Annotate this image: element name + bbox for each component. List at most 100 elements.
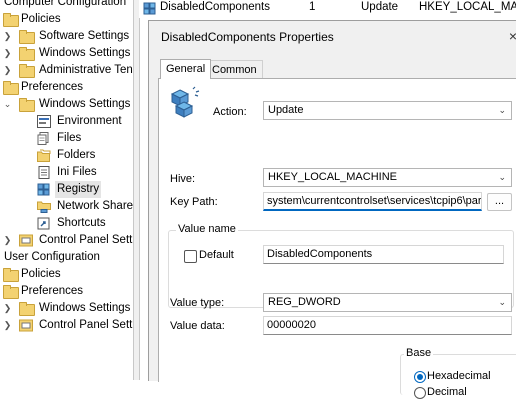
folders-icon	[37, 149, 51, 162]
folder-icon	[19, 302, 35, 316]
dialog-title: DisabledComponents Properties	[161, 30, 334, 44]
shortcut-icon	[37, 217, 50, 230]
control-panel-icon	[19, 234, 33, 247]
tree-item-label: Ini Files	[57, 166, 97, 178]
default-checkbox[interactable]	[184, 250, 197, 263]
tree-item-user-preferences[interactable]: Preferences	[0, 283, 133, 300]
chevron-down-icon[interactable]: ⌄	[3, 96, 12, 113]
browse-button[interactable]: ...	[487, 193, 512, 211]
folder-icon	[19, 98, 35, 112]
tree-item-label: Windows Settings	[39, 98, 131, 110]
chevron-down-icon: ⌄	[498, 105, 506, 115]
tree-item-control-panel-settings[interactable]: ❯ Control Panel Setti	[0, 232, 133, 249]
tab-general[interactable]: General	[160, 59, 212, 79]
list-cell-action: Update	[361, 1, 399, 13]
tree-item-preferences[interactable]: Preferences	[0, 79, 133, 96]
value-data-field[interactable]: 00000020	[263, 316, 512, 335]
tree-item-label: Registry	[55, 181, 102, 198]
value-type-value: REG_DWORD	[268, 296, 341, 308]
tree-item-folders[interactable]: Folders	[0, 147, 133, 164]
tree-item-label: Windows Settings	[39, 47, 131, 59]
tree-item-files[interactable]: Files	[0, 130, 133, 147]
tree-item-preferences-windows-settings[interactable]: ⌄ Windows Settings	[0, 96, 133, 113]
tree-item-registry[interactable]: Registry	[0, 181, 133, 198]
value-type-select[interactable]: REG_DWORD ⌄	[263, 293, 512, 312]
value-type-label: Value type:	[170, 297, 225, 309]
tree-item-label: Environment	[57, 115, 122, 127]
action-select[interactable]: Update ⌄	[263, 101, 512, 120]
decimal-radio[interactable]	[414, 387, 426, 399]
value-data-label: Value data:	[170, 320, 225, 332]
ini-file-icon	[38, 166, 50, 179]
tree-item-label: User Configuration	[4, 251, 100, 263]
tree-item-label: Control Panel Setti	[39, 319, 133, 331]
hexadecimal-label: Hexadecimal	[427, 370, 491, 382]
decimal-label: Decimal	[427, 386, 467, 398]
hexadecimal-radio[interactable]	[414, 371, 426, 383]
registry-icon	[143, 2, 156, 15]
tree-item-windows-settings[interactable]: ❯ Windows Settings	[0, 45, 133, 62]
tree-item-label: Software Settings	[39, 30, 130, 42]
close-icon[interactable]: ×	[509, 28, 516, 44]
tree-item-label: Computer Configuration	[4, 0, 127, 8]
folder-icon	[19, 47, 35, 61]
tree-item-label: Windows Settings	[39, 302, 131, 314]
folder-icon	[19, 64, 35, 78]
tab-common[interactable]: Common	[206, 60, 263, 79]
tree-item-software-settings[interactable]: ❯ Software Settings	[0, 28, 133, 45]
tree-item-user-policies[interactable]: Policies	[0, 266, 133, 283]
chevron-down-icon: ⌄	[498, 297, 506, 307]
tree-item-ini-files[interactable]: Ini Files	[0, 164, 133, 181]
registry-list-row[interactable]: DisabledComponents 1 Update HKEY_LOCAL_M…	[139, 0, 516, 18]
tree-item-shortcuts[interactable]: Shortcuts	[0, 215, 133, 232]
files-icon	[37, 132, 49, 145]
tree-item-label: Folders	[57, 149, 96, 161]
folder-icon	[3, 81, 19, 95]
tree-item-label: Files	[57, 132, 82, 144]
default-label: Default	[199, 249, 234, 261]
tree-item-label: Network Shares	[57, 200, 133, 212]
tree-item-environment[interactable]: Environment	[0, 113, 133, 130]
tree-item-label: Control Panel Setti	[39, 234, 133, 246]
registry-action-icon	[170, 86, 200, 118]
console-tree: Computer Configuration Policies ❯ Softwa…	[0, 0, 133, 380]
pane-splitter[interactable]	[133, 0, 140, 380]
list-cell-hive: HKEY_LOCAL_MAC	[419, 1, 516, 13]
key-path-field[interactable]: system\currentcontrolset\services\tcpip6…	[263, 192, 482, 211]
tree-item-user-control-panel-settings[interactable]: ❯ Control Panel Setti	[0, 317, 133, 334]
tree-item-label: Administrative Ten	[39, 64, 133, 76]
tree-item-user-windows-settings[interactable]: ❯ Windows Settings	[0, 300, 133, 317]
chevron-right-icon[interactable]: ❯	[3, 317, 12, 334]
list-cell-name: DisabledComponents	[160, 1, 270, 13]
value-name-field[interactable]: DisabledComponents	[263, 245, 504, 264]
tree-item-label: Shortcuts	[57, 217, 106, 229]
tree-item-label: Policies	[21, 13, 61, 25]
registry-icon	[37, 183, 50, 196]
environment-icon	[37, 115, 51, 128]
tree-item-label: Preferences	[21, 285, 84, 297]
folder-icon	[19, 30, 35, 44]
tree-item-administrative-templates[interactable]: ❯ Administrative Ten	[0, 62, 133, 79]
control-panel-icon	[19, 319, 33, 332]
hive-select[interactable]: HKEY_LOCAL_MACHINE ⌄	[263, 168, 512, 187]
chevron-right-icon[interactable]: ❯	[3, 300, 12, 317]
chevron-right-icon[interactable]: ❯	[3, 28, 12, 45]
action-value: Update	[268, 104, 304, 116]
chevron-right-icon[interactable]: ❯	[3, 62, 12, 79]
value-name-group-title: Value name	[176, 223, 238, 235]
general-tab-panel: Action: Update ⌄ Hive: HKEY_LOCAL_MACHIN…	[158, 78, 516, 399]
chevron-down-icon: ⌄	[498, 172, 506, 182]
tree-item-label: Policies	[21, 268, 61, 280]
tree-item-label: Preferences	[21, 81, 84, 93]
hive-label: Hive:	[170, 173, 196, 185]
tree-item-policies[interactable]: Policies	[0, 11, 133, 28]
network-share-icon	[37, 201, 51, 213]
chevron-right-icon[interactable]: ❯	[3, 232, 12, 249]
folder-icon	[3, 285, 19, 299]
chevron-right-icon[interactable]: ❯	[3, 45, 12, 62]
action-label: Action:	[213, 106, 247, 118]
base-group-title: Base	[404, 347, 434, 359]
folder-icon	[3, 13, 19, 27]
list-cell-order: 1	[309, 1, 316, 13]
tree-item-network-shares[interactable]: Network Shares	[0, 198, 133, 215]
